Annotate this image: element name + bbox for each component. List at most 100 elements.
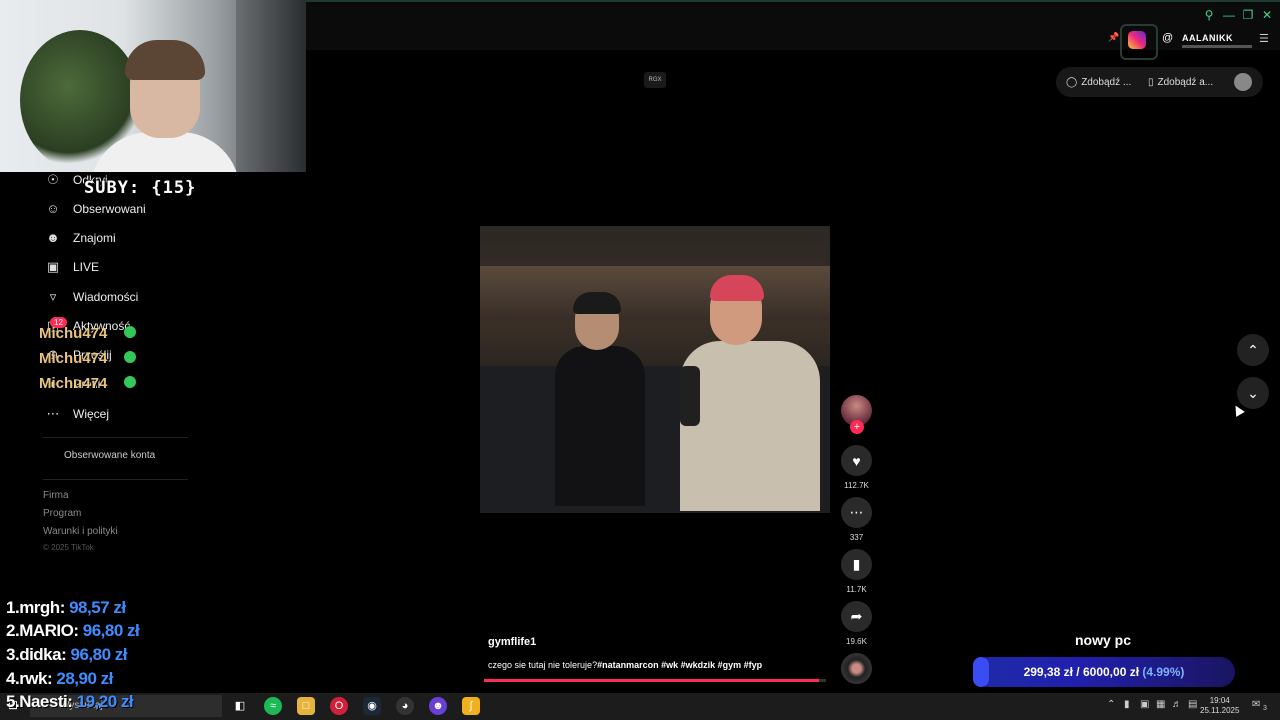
more-icon: ⋯ <box>46 406 60 421</box>
footer-link-terms[interactable]: Warunki i polityki <box>43 526 118 537</box>
get-app-button[interactable]: ▯ Zdobądź a... <box>1148 67 1213 97</box>
taskbar: ⊞ Wyszukaj ◧ ≈ □ O ◉ ◕ ☻ ∫ ⌃ ▮ ▣ ▦ ♬ ▤ 1… <box>0 693 1280 720</box>
share-icon[interactable]: ➦ <box>841 601 872 632</box>
footer-link-company[interactable]: Firma <box>43 490 69 501</box>
sidebar-item-label: LIVE <box>73 260 100 274</box>
clock[interactable]: 19:04 25.11.2025 <box>1200 696 1239 716</box>
share-action[interactable]: ➦ 19.6K <box>841 601 872 646</box>
volume-icon[interactable]: ♬ <box>1172 699 1182 710</box>
microphone-icon[interactable]: ▮ <box>1124 699 1130 710</box>
rgx-badge: RGX <box>644 72 666 88</box>
next-video-button[interactable]: ⌄ <box>1237 377 1269 409</box>
leaderboard-row: 3.didka: 96,80 zł <box>6 645 127 664</box>
save-action[interactable]: ▮ 11.7K <box>841 549 872 594</box>
video-caption: czego sie tutaj nie toleruje?#natanmarco… <box>488 660 763 670</box>
steam-icon[interactable]: ◉ <box>363 697 381 715</box>
goal-text: 299,38 zł / 6000,00 zł (4.99%) <box>1023 665 1185 679</box>
comment-icon[interactable]: ⋯ <box>841 497 872 528</box>
leaderboard-row: 2.MARIO: 96,80 zł <box>6 621 140 640</box>
task-view-icon[interactable]: ◧ <box>231 697 249 715</box>
video-username[interactable]: gymflife1 <box>488 636 536 648</box>
get-coins-button[interactable]: ◯ Zdobądź ... <box>1066 67 1131 97</box>
copyright: © 2025 TikTok <box>43 543 94 552</box>
send-icon: ▿ <box>49 289 57 304</box>
opera-icon[interactable]: O <box>330 697 348 715</box>
follow-button[interactable]: + <box>850 420 864 434</box>
search-icon[interactable]: ⚲ <box>1202 8 1216 22</box>
notification-count: 3 <box>1263 705 1267 712</box>
network-icon[interactable]: ▤ <box>1188 699 1197 710</box>
file-explorer-icon[interactable]: □ <box>297 697 315 715</box>
music-disc-icon[interactable] <box>841 653 872 684</box>
curtain <box>236 0 306 172</box>
like-count: 112.7K <box>844 481 869 490</box>
leaderboard-row: 1.mrgh: 98,57 zł <box>6 598 126 617</box>
avatar[interactable] <box>1234 73 1252 91</box>
pin-icon[interactable]: 📌 <box>1108 32 1119 43</box>
video-hashtags[interactable]: #natanmarcon #wk #wkdzik #gym #fyp <box>597 660 762 670</box>
sidebar-item-more[interactable]: ⋯ Więcej <box>45 404 110 424</box>
user-plus-icon: ☺ <box>46 201 60 216</box>
sidebar-item-messages[interactable]: ▿ Wiadomości <box>45 287 139 307</box>
sidebar-item-label: Obserwowani <box>73 202 146 216</box>
sidebar-item-label: Więcej <box>73 407 110 421</box>
chat-username: Michu474 <box>39 350 108 367</box>
share-count: 19.6K <box>846 637 867 646</box>
sidebar-item-following[interactable]: ☺ Obserwowani <box>45 199 146 219</box>
leaderboard-row: 5.Naesti: 19,20 zł <box>6 692 134 711</box>
footer-link-program[interactable]: Program <box>43 508 81 519</box>
followed-accounts-header: Obserwowane konta <box>64 450 156 461</box>
chat-badge-icon <box>124 326 136 338</box>
leaderboard-row: 4.rwk: 28,90 zł <box>6 669 113 688</box>
video-player[interactable] <box>480 226 830 513</box>
chat-badge-icon <box>124 376 136 388</box>
bookmark-icon[interactable]: ▮ <box>841 549 872 580</box>
spotify-icon[interactable]: ≈ <box>264 697 282 715</box>
discord-icon[interactable]: ☻ <box>429 697 447 715</box>
display-icon[interactable]: ▦ <box>1156 699 1165 710</box>
menu-icon[interactable]: ☰ <box>1259 32 1269 45</box>
progress-fill <box>484 679 820 682</box>
users-icon: ☻ <box>46 230 60 245</box>
sidebar-item-label: Znajomi <box>73 231 116 245</box>
instagram-icon <box>1128 31 1146 49</box>
chat-username: Michu474 <box>39 375 108 392</box>
phone-icon: ▯ <box>1148 76 1154 88</box>
topbar-accent <box>305 0 1280 2</box>
tray-chevron-icon[interactable]: ⌃ <box>1107 699 1115 710</box>
comment-count: 337 <box>849 533 864 542</box>
tv-icon: ▣ <box>46 259 60 274</box>
close-icon[interactable]: ✕ <box>1260 8 1274 22</box>
obs-icon[interactable]: ◕ <box>396 697 414 715</box>
divider <box>43 479 188 480</box>
heart-icon[interactable]: ♥ <box>841 445 872 476</box>
goal-title: nowy pc <box>1075 632 1132 648</box>
video-progress[interactable] <box>484 679 826 682</box>
like-action[interactable]: ♥ 112.7K <box>841 445 872 490</box>
webcam-feed <box>0 0 306 172</box>
sidebar-item-live[interactable]: ▣ LIVE <box>45 257 99 277</box>
handle-underline <box>1182 45 1252 48</box>
monitor-icon[interactable]: ▣ <box>1140 699 1149 710</box>
subs-counter: SUBY: {15} <box>84 178 197 198</box>
previous-video-button[interactable]: ⌃ <box>1237 334 1269 366</box>
instagram-handle: AALANIKK <box>1182 33 1233 43</box>
save-count: 11.7K <box>846 585 867 594</box>
compass-icon: ☉ <box>47 172 59 187</box>
divider <box>43 437 188 438</box>
sidebar-item-label: Wiadomości <box>73 290 139 304</box>
coin-icon: ◯ <box>1066 76 1078 88</box>
minimize-icon[interactable]: — <box>1222 8 1236 22</box>
header-pill: ◯ Zdobądź ... ▯ Zdobądź a... <box>1056 67 1263 97</box>
comment-action[interactable]: ⋯ 337 <box>841 497 872 542</box>
goal-bar: 299,38 zł / 6000,00 zł (4.99%) <box>973 657 1235 687</box>
restore-icon[interactable]: ❐ <box>1241 8 1255 22</box>
chat-badge-icon <box>124 351 136 363</box>
at-icon: @ <box>1162 32 1174 44</box>
streamer <box>90 40 240 172</box>
sidebar-item-friends[interactable]: ☻ Znajomi <box>45 228 116 248</box>
notification-icon[interactable]: ✉ <box>1252 699 1260 710</box>
instagram-overlay: @ AALANIKK <box>1120 22 1280 60</box>
chat-username: Michu474 <box>39 325 108 342</box>
app-icon[interactable]: ∫ <box>462 697 480 715</box>
